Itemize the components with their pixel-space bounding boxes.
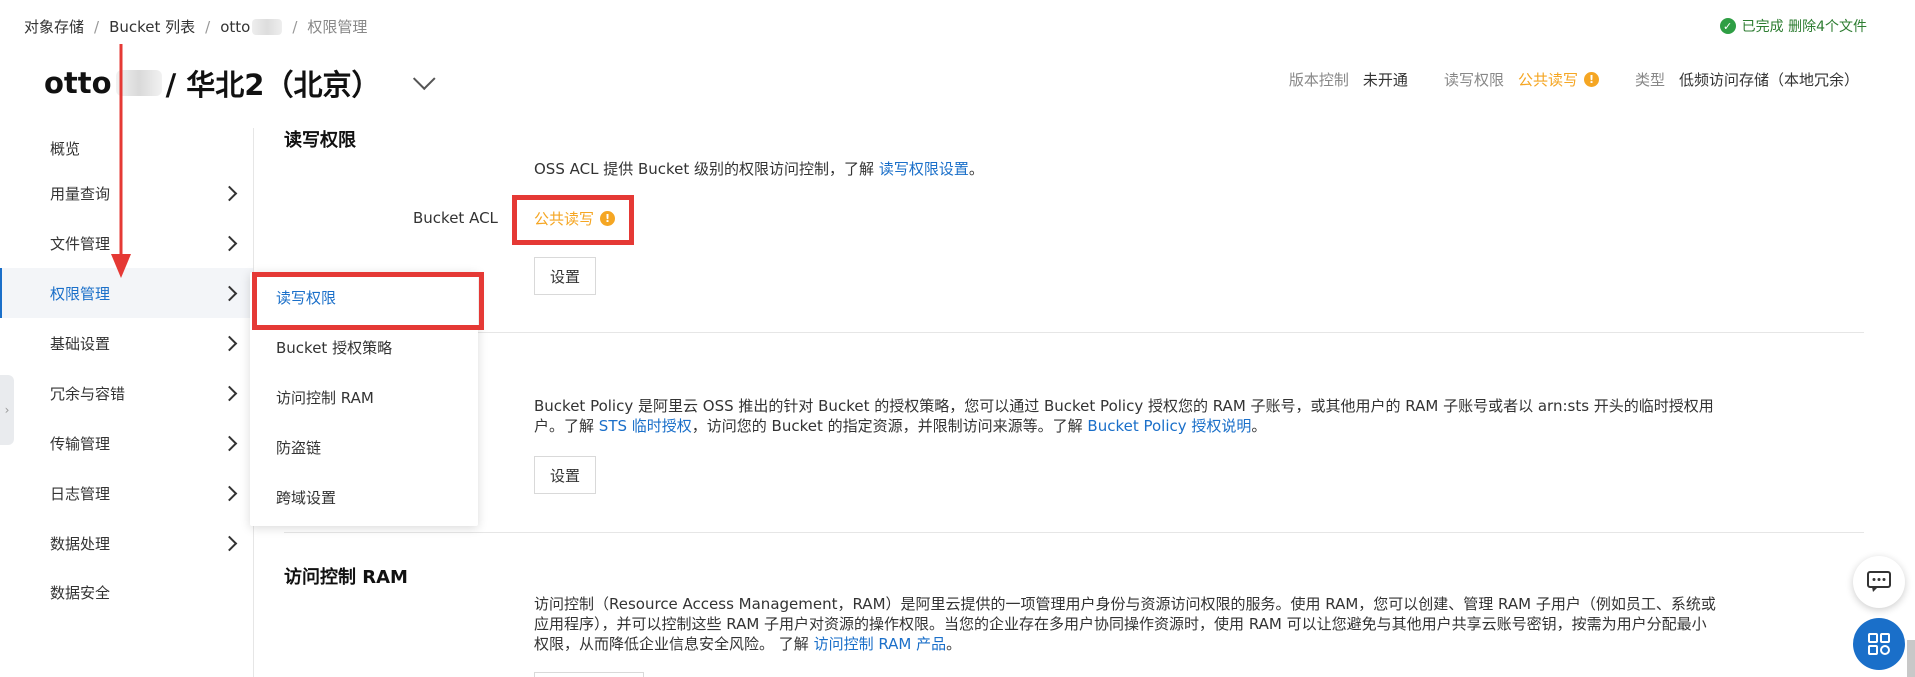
sidebar-item-label: 日志管理 [50,484,111,503]
sidebar-item-label: 用量查询 [50,184,111,203]
policy-description-line-2: 户。了解 STS 临时授权，访问您的 Bucket 的指定资源，并限制访问来源等… [534,416,1834,436]
submenu-item-ram[interactable]: 访问控制 RAM [250,372,478,422]
task-status[interactable]: ✓ 已完成 删除4个文件 [1719,16,1867,36]
policy-description-end: 。 [1251,417,1267,435]
submenu-item-cors[interactable]: 跨域设置 [250,472,478,522]
sidebar-item-transfer[interactable]: 传输管理 [0,418,253,468]
chevron-right-icon [221,285,238,301]
sidebar-item-redundancy[interactable]: 冗余与容错 [0,368,253,418]
chevron-right-icon [221,435,238,451]
ram-product-link[interactable]: 访问控制 RAM 产品 [814,635,947,653]
policy-description-text: ，访问您的 Bucket 的指定资源，并限制访问来源等。了解 [691,417,1083,435]
meta-key-versioning: 版本控制 [1288,71,1349,89]
redacted-text [252,18,283,35]
rw-description: OSS ACL 提供 Bucket 级别的权限访问控制，了解 读写权限设置。 [534,159,984,179]
task-status-text: 已完成 删除4个文件 [1741,19,1867,35]
page-title: otto / 华北2（北京） [44,62,437,104]
annotation-highlight-submenu [252,272,484,330]
app-grid-button[interactable] [1853,618,1905,670]
sidebar-item-label: 文件管理 [50,234,111,253]
chevron-right-icon [221,185,238,201]
rw-settings-link[interactable]: 读写权限设置 [879,160,969,178]
sidebar-item-label: 数据处理 [50,534,111,553]
section-title-ram: 访问控制 RAM [284,567,408,588]
chevron-down-icon[interactable] [413,67,437,91]
policy-description-text: 户。了解 [534,417,595,435]
annotation-arrow-icon [111,44,131,278]
submenu-item-label: 防盗链 [276,438,322,457]
chevron-right-icon [221,385,238,401]
policy-description-line-1: Bucket Policy 是阿里云 OSS 推出的针对 Bucket 的授权策… [534,397,1714,415]
chevron-right-icon [221,335,238,351]
ram-description-line-3: 权限，从而降低企业信息安全风险。 了解 访问控制 RAM 产品。 [534,634,1834,654]
breadcrumb-item-current: 权限管理 [307,18,368,36]
submenu-item-label: 跨域设置 [276,488,337,507]
ram-button-partial[interactable] [534,672,644,677]
ram-description: 访问控制（Resource Access Management，RAM）是阿里云… [534,594,1834,654]
breadcrumb: 对象存储 / Bucket 列表 / otto / 权限管理 [24,16,367,37]
submenu-item-label: 访问控制 RAM [276,388,374,407]
sidebar-item-label: 冗余与容错 [50,384,126,403]
ram-description-text: 权限，从而降低企业信息安全风险。 了解 [534,635,809,653]
ram-description-end: 。 [946,635,962,653]
sidebar-item-logs[interactable]: 日志管理 [0,468,253,518]
meta-key-acl: 读写权限 [1443,71,1504,89]
meta-value-acl-text: 公共读写 [1517,71,1578,89]
rw-set-button[interactable]: 设置 [534,257,596,295]
sidebar-item-basic-settings[interactable]: 基础设置 [0,318,253,368]
section-title-rw: 读写权限 [284,130,356,151]
chat-button[interactable] [1853,556,1905,608]
breadcrumb-separator: / [205,17,211,36]
apps-icon [1868,633,1890,655]
check-circle-icon: ✓ [1719,18,1736,34]
meta-value-type: 低频访问存储（本地冗余） [1678,71,1859,89]
bucket-acl-value-text: 公共读写 [534,210,595,228]
policy-set-button[interactable]: 设置 [534,456,596,494]
ram-description-line-2: 应用程序），并可以控制这些 RAM 子用户对资源的操作权限。当您的企业存在多用户… [534,615,1707,633]
bucket-policy-doc-link[interactable]: Bucket Policy 授权说明 [1087,417,1251,435]
policy-description: Bucket Policy 是阿里云 OSS 推出的针对 Bucket 的授权策… [534,396,1834,436]
meta-value-versioning: 未开通 [1362,71,1408,89]
page-scrollbar[interactable] [1907,640,1915,677]
warning-icon: ! [600,211,616,226]
rw-description-end: 。 [968,160,984,178]
warning-icon: ! [1583,72,1599,87]
sidebar-item-label: 权限管理 [50,284,111,303]
breadcrumb-item-oss[interactable]: 对象存储 [24,16,84,37]
ram-description-line-1: 访问控制（Resource Access Management，RAM）是阿里云… [534,595,1716,613]
sidebar-item-label: 概览 [50,139,81,158]
sidebar-item-data-security[interactable]: 数据安全 [0,568,253,616]
meta-value-acl: 公共读写 ! [1518,69,1599,90]
breadcrumb-item-bucket[interactable]: otto [220,18,250,36]
chat-icon [1867,571,1891,592]
sidebar-item-label: 数据安全 [50,583,111,602]
chevron-right-icon [221,485,238,501]
sidebar-collapse-toggle[interactable]: › [0,375,14,445]
rw-description-text: OSS ACL 提供 Bucket 级别的权限访问控制，了解 [534,160,875,178]
bucket-name: otto [44,66,112,100]
sidebar-item-label: 传输管理 [50,434,111,453]
meta-key-type: 类型 [1634,71,1665,89]
sidebar-item-label: 基础设置 [50,334,111,353]
breadcrumb-item-bucket-list[interactable]: Bucket 列表 [109,16,195,37]
submenu-item-hotlink[interactable]: 防盗链 [250,422,478,472]
breadcrumb-separator: / [94,17,100,36]
section-divider [284,332,1864,333]
bucket-acl-value: 公共读写 ! [534,208,616,229]
bucket-region: / 华北2（北京） [165,68,381,102]
bucket-acl-label: Bucket ACL [413,209,498,227]
chevron-right-icon [221,535,238,551]
breadcrumb-separator: / [292,17,298,36]
sts-temporary-auth-link[interactable]: STS 临时授权 [599,417,692,435]
section-divider [284,532,1864,533]
bucket-meta: 版本控制 未开通 读写权限 公共读写 ! 类型 低频访问存储（本地冗余） [1289,69,1859,90]
chevron-right-icon: › [4,403,10,417]
submenu-item-label: Bucket 授权策略 [276,338,393,357]
sidebar-item-data-processing[interactable]: 数据处理 [0,518,253,568]
chevron-right-icon [221,235,238,251]
